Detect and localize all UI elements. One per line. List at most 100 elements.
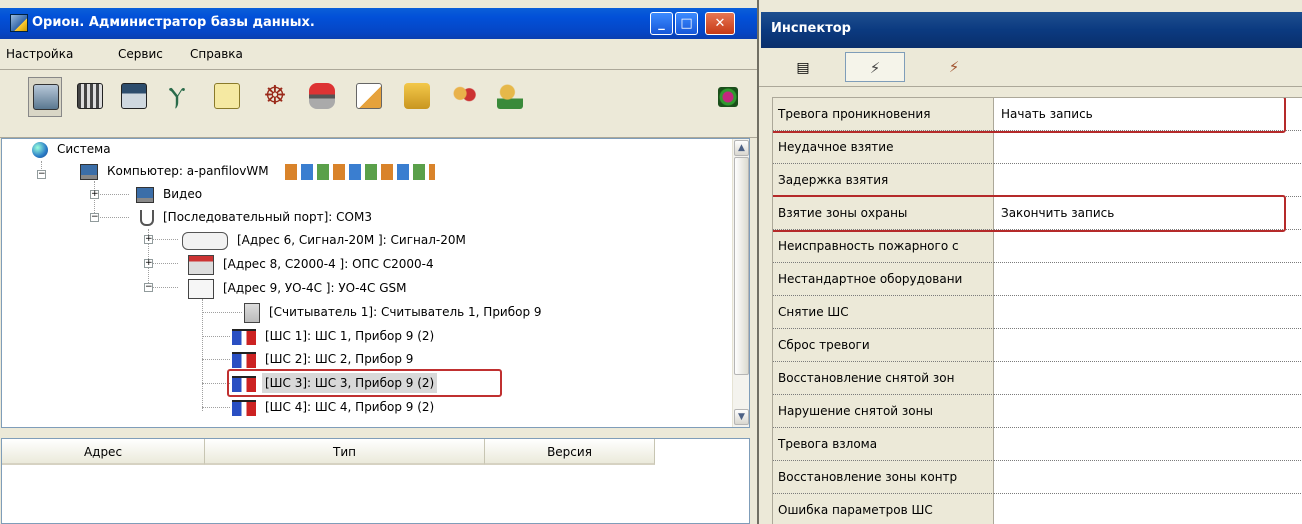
tree-node-port[interactable]: [Последовательный порт]: COM3 (140, 207, 375, 227)
splitter[interactable] (0, 430, 757, 438)
grid-row[interactable]: Нестандартное оборудовани (773, 263, 1302, 296)
grid-row[interactable]: Ошибка параметров ШС (773, 494, 1302, 524)
toolbar-wheel-button[interactable]: ☸ (258, 77, 292, 117)
tab-events[interactable]: ⚡ (845, 52, 905, 82)
toolbar-user-key-button[interactable] (493, 77, 527, 117)
grid-row-name: Сброс тревоги (773, 329, 994, 362)
toolbar: Ⲩ ☸ (0, 71, 757, 138)
tree-label: [Адрес 6, Сигнал-20М ]: Сигнал-20М (237, 233, 466, 247)
grid-row[interactable]: Снятие ШС (773, 296, 1302, 329)
grid-row[interactable]: Неудачное взятие (773, 131, 1302, 164)
highlight-row (773, 98, 1286, 133)
grid-row[interactable]: Задержка взятия (773, 164, 1302, 197)
toolbar-monitor-button[interactable] (117, 77, 151, 117)
toolbar-computers-button[interactable] (28, 77, 62, 117)
computer-icon (136, 186, 154, 203)
device-box-icon (188, 254, 214, 275)
grid-row-name: Снятие ШС (773, 296, 994, 329)
tree-label: Компьютер: a-panfilovWM (107, 164, 269, 178)
highlight-row (773, 195, 1286, 232)
tree-label: [Адрес 8, С2000-4 ]: ОПС С2000-4 (223, 257, 434, 271)
grid-row[interactable]: Неисправность пожарного с (773, 230, 1302, 263)
tree-node-sh1[interactable]: [ШС 1]: ШС 1, Прибор 9 (2) (232, 326, 437, 346)
device-tree[interactable]: − + − + + − Система Компьютер: a-panfilo… (1, 138, 750, 428)
maximize-button[interactable]: □ (675, 12, 698, 35)
grid-row[interactable]: Восстановление снятой зон (773, 362, 1302, 395)
toolbar-bug-button[interactable] (712, 77, 746, 117)
collapse-uo4c-toggle[interactable]: − (144, 283, 153, 292)
tab-properties[interactable]: ▤ (773, 52, 833, 82)
inspector-window: Инспектор ▤ ⚡ ⚡ Тревога проникновения Нач… (757, 0, 1302, 524)
version-list[interactable]: Адрес Тип Версия (1, 438, 750, 524)
expand-video-toggle[interactable]: + (90, 190, 99, 199)
inspector-title-bar[interactable]: Инспектор (761, 12, 1302, 48)
grid-row-value[interactable] (994, 131, 1302, 164)
minimize-button[interactable]: _ (650, 12, 673, 35)
grid-row-value[interactable] (994, 164, 1302, 197)
tree-node-computer[interactable]: Компьютер: a-panfilovWM (80, 161, 441, 181)
tree-line (94, 194, 129, 195)
expand-c2000-toggle[interactable]: + (144, 259, 153, 268)
grid-row-value[interactable] (994, 428, 1302, 461)
toolbar-train-button[interactable] (305, 77, 339, 117)
toolbar-zones-button[interactable]: Ⲩ (160, 77, 194, 117)
column-type[interactable]: Тип (205, 439, 485, 465)
toolbar-devices-button[interactable] (73, 77, 107, 117)
app-icon (10, 14, 28, 32)
grid-row[interactable]: Тревога взлома (773, 428, 1302, 461)
scroll-up-button[interactable]: ▲ (734, 140, 749, 156)
menu-settings[interactable]: Настройка (6, 47, 73, 61)
grid-row-value[interactable] (994, 329, 1302, 362)
tab-user-events[interactable]: ⚡ (924, 52, 984, 82)
menu-service[interactable]: Сервис (118, 47, 163, 61)
tree-node-c2000[interactable]: [Адрес 8, С2000-4 ]: ОПС С2000-4 (188, 254, 437, 275)
grid-row[interactable]: Восстановление зоны контр (773, 461, 1302, 494)
tree-line (202, 383, 230, 384)
toolbar-schedule-button[interactable] (352, 77, 386, 117)
title-bar[interactable]: Орион. Администратор базы данных. _ □ ✕ (0, 8, 757, 39)
grid-row-value[interactable] (994, 263, 1302, 296)
tree-line (202, 336, 230, 337)
expand-signal-toggle[interactable]: + (144, 235, 153, 244)
close-button[interactable]: ✕ (705, 12, 735, 35)
users-icon (451, 83, 477, 109)
grid-row-value[interactable] (994, 395, 1302, 428)
toolbar-folder-people-button[interactable] (400, 77, 434, 117)
tree-node-uo4c[interactable]: [Адрес 9, УО-4С ]: УО-4С GSM (188, 278, 410, 299)
grid-row-name: Восстановление снятой зон (773, 362, 994, 395)
grid-row-name: Нестандартное оборудовани (773, 263, 994, 296)
tree-scrollbar[interactable]: ▲ ▼ (732, 139, 749, 427)
tree-label: [ШС 2]: ШС 2, Прибор 9 (265, 352, 414, 366)
lightning-icon: ⚡ (869, 59, 881, 77)
scroll-thumb[interactable] (734, 157, 749, 375)
tree-node-sh4[interactable]: [ШС 4]: ШС 4, Прибор 9 (2) (232, 397, 437, 417)
column-version[interactable]: Версия (485, 439, 655, 465)
grid-row[interactable]: Нарушение снятой зоны (773, 395, 1302, 428)
tree-node-signal20m[interactable]: [Адрес 6, Сигнал-20М ]: Сигнал-20М (182, 230, 469, 250)
grid-row-value[interactable] (994, 230, 1302, 263)
grid-row-value[interactable] (994, 296, 1302, 329)
event-grid: Тревога проникновения Начать запись Неудач… (772, 97, 1302, 524)
menu-help[interactable]: Справка (190, 47, 243, 61)
grid-row[interactable]: Сброс тревоги (773, 329, 1302, 362)
grid-row-value[interactable] (994, 461, 1302, 494)
tree-node-reader[interactable]: [Считыватель 1]: Считыватель 1, Прибор 9 (244, 302, 545, 323)
collapse-computer-toggle[interactable]: − (37, 170, 46, 179)
tree-node-sh2[interactable]: [ШС 2]: ШС 2, Прибор 9 (232, 349, 416, 369)
list-icon: ▤ (796, 60, 810, 76)
grid-row-value[interactable] (994, 362, 1302, 395)
tree-line (202, 312, 242, 313)
serial-port-icon (140, 209, 154, 226)
grid-row-name: Задержка взятия (773, 164, 994, 197)
tree-node-video[interactable]: Видео (136, 184, 205, 204)
column-address[interactable]: Адрес (2, 439, 205, 465)
collapse-port-toggle[interactable]: − (90, 213, 99, 222)
grid-row-value[interactable] (994, 494, 1302, 524)
tree-label: Система (57, 142, 111, 156)
tree-node-system[interactable]: Система (32, 139, 114, 159)
globe-icon (32, 141, 48, 158)
notepad-icon (214, 83, 240, 109)
scroll-down-button[interactable]: ▼ (734, 409, 749, 425)
toolbar-notes-button[interactable] (210, 77, 244, 117)
toolbar-users-button[interactable] (447, 77, 481, 117)
